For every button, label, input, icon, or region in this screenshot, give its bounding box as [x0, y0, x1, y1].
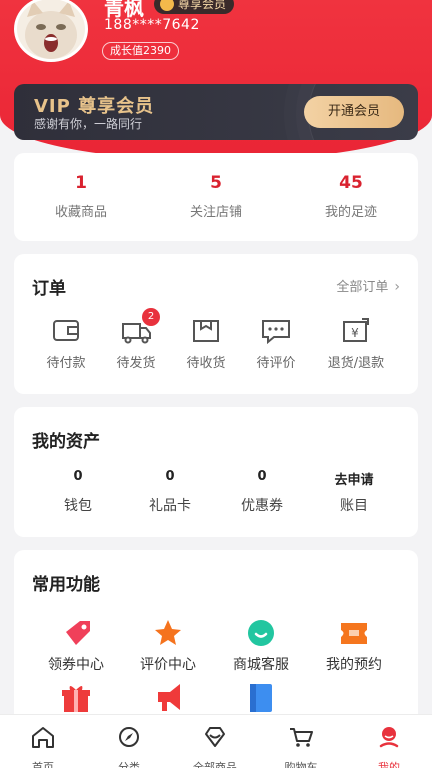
- order-label: 待发货: [116, 356, 156, 371]
- vip-status-badge: 尊享会员: [154, 0, 235, 14]
- compass-icon: [119, 727, 139, 747]
- function-label: 领券中心: [48, 657, 104, 673]
- megaphone-icon: [158, 684, 180, 711]
- asset-label: 账目: [340, 498, 368, 514]
- function-my-reservations[interactable]: 我的预约: [306, 618, 402, 674]
- stat-value: 5: [210, 173, 222, 193]
- asset-value: 去申请: [334, 473, 374, 488]
- tab-all-products[interactable]: 全部商品: [172, 725, 258, 768]
- order-pending-review[interactable]: 待评价: [236, 316, 316, 371]
- assets-card: 我的资产 0 钱包 0 礼品卡 0 优惠券 去申请 账目: [14, 407, 418, 537]
- order-label: 待付款: [46, 356, 86, 371]
- bookmark-icon: [250, 684, 272, 712]
- order-label: 退货/退款: [327, 356, 385, 371]
- stat-label: 关注店铺: [189, 205, 242, 220]
- bottom-tab-bar: 首页 分类 全部商品 购物车 我的: [0, 714, 432, 768]
- stat-label: 我的足迹: [324, 205, 377, 220]
- asset-label: 礼品卡: [149, 498, 191, 514]
- gift-icon: [62, 686, 90, 712]
- comment-icon: [262, 320, 290, 345]
- order-refund[interactable]: ¥ 退货/退款: [316, 316, 396, 371]
- growth-value-badge[interactable]: 成长值2390: [102, 42, 179, 60]
- tab-label: 全部商品: [193, 761, 237, 768]
- tab-label: 首页: [32, 761, 54, 768]
- tab-mine[interactable]: 我的: [346, 725, 432, 768]
- stat-value: 1: [75, 173, 87, 193]
- orders-title: 订单: [32, 279, 66, 299]
- stats-card: 1 收藏商品 5 关注店铺 45 我的足迹: [14, 153, 418, 241]
- stat-label: 收藏商品: [54, 205, 107, 220]
- truck-icon: [122, 323, 151, 344]
- asset-gift-card[interactable]: 0 礼品卡: [125, 469, 215, 515]
- order-pending-shipment[interactable]: 2 待发货: [96, 308, 176, 371]
- order-pending-receipt[interactable]: 待收货: [166, 316, 246, 371]
- functions-title: 常用功能: [32, 575, 100, 595]
- phone-number: 188****7642: [104, 17, 200, 33]
- function-coupon-center[interactable]: 领券中心: [28, 618, 124, 674]
- function-label: 我的预约: [326, 657, 382, 673]
- package-icon: [193, 320, 219, 342]
- coupon-tag-icon: [66, 621, 90, 645]
- stat-followed-shops[interactable]: 5 关注店铺: [149, 173, 283, 220]
- crown-icon: [160, 0, 174, 11]
- function-promotions[interactable]: [120, 682, 216, 718]
- stat-value: 45: [339, 173, 363, 193]
- function-gift[interactable]: [28, 682, 124, 718]
- assets-title: 我的资产: [32, 432, 100, 452]
- chevron-right-icon: ›: [394, 279, 400, 295]
- function-bookmarks[interactable]: [213, 682, 309, 718]
- function-label: 评价中心: [140, 657, 196, 673]
- tab-home[interactable]: 首页: [0, 725, 86, 768]
- asset-label: 优惠券: [241, 498, 283, 514]
- common-functions-card: 常用功能 领券中心 评价中心 商城客服 我的预约: [14, 550, 418, 740]
- vip-membership-card[interactable]: VIP 尊享会员 感谢有你，一路同行 开通会员: [14, 84, 418, 140]
- order-label: 待评价: [256, 356, 296, 371]
- order-pending-payment[interactable]: 待付款: [26, 316, 106, 371]
- cart-icon: [290, 728, 313, 747]
- function-customer-service[interactable]: 商城客服: [213, 618, 309, 674]
- tab-category[interactable]: 分类: [86, 725, 172, 768]
- diamond-icon: [205, 727, 225, 747]
- notification-badge: 2: [142, 308, 160, 326]
- asset-account[interactable]: 去申请 账目: [309, 469, 399, 515]
- vip-badge-label: 尊享会员: [178, 0, 227, 11]
- profile-icon: [379, 727, 399, 748]
- all-orders-label: 全部订单: [336, 280, 389, 295]
- orders-card: 订单 全部订单 › 待付款 2 待发货 待收货 待评价 ¥ 退货/退款: [14, 254, 418, 394]
- open-membership-button[interactable]: 开通会员: [304, 96, 404, 128]
- home-icon: [32, 727, 54, 748]
- refund-icon: ¥: [343, 318, 369, 342]
- vip-card-subtitle: 感谢有你，一路同行: [34, 117, 143, 131]
- asset-label: 钱包: [64, 498, 92, 514]
- asset-value: 0: [257, 469, 267, 484]
- ticket-icon: [341, 623, 367, 644]
- svg-text:¥: ¥: [351, 326, 359, 340]
- order-label: 待收货: [186, 356, 226, 371]
- asset-wallet[interactable]: 0 钱包: [33, 469, 123, 515]
- function-label: 商城客服: [233, 657, 289, 673]
- asset-value: 0: [165, 469, 175, 484]
- tab-label: 购物车: [284, 761, 318, 768]
- function-review-center[interactable]: 评价中心: [120, 618, 216, 674]
- tab-label: 我的: [378, 761, 400, 768]
- wallet-icon: [53, 320, 79, 341]
- service-icon: [248, 620, 274, 646]
- star-icon: [155, 620, 181, 645]
- stat-favorites[interactable]: 1 收藏商品: [14, 173, 148, 220]
- tab-label: 分类: [118, 761, 140, 768]
- asset-value: 0: [73, 469, 83, 484]
- all-orders-link[interactable]: 全部订单 ›: [336, 276, 400, 295]
- stat-footprints[interactable]: 45 我的足迹: [284, 173, 418, 220]
- asset-coupons[interactable]: 0 优惠券: [217, 469, 307, 515]
- tab-cart[interactable]: 购物车: [258, 725, 344, 768]
